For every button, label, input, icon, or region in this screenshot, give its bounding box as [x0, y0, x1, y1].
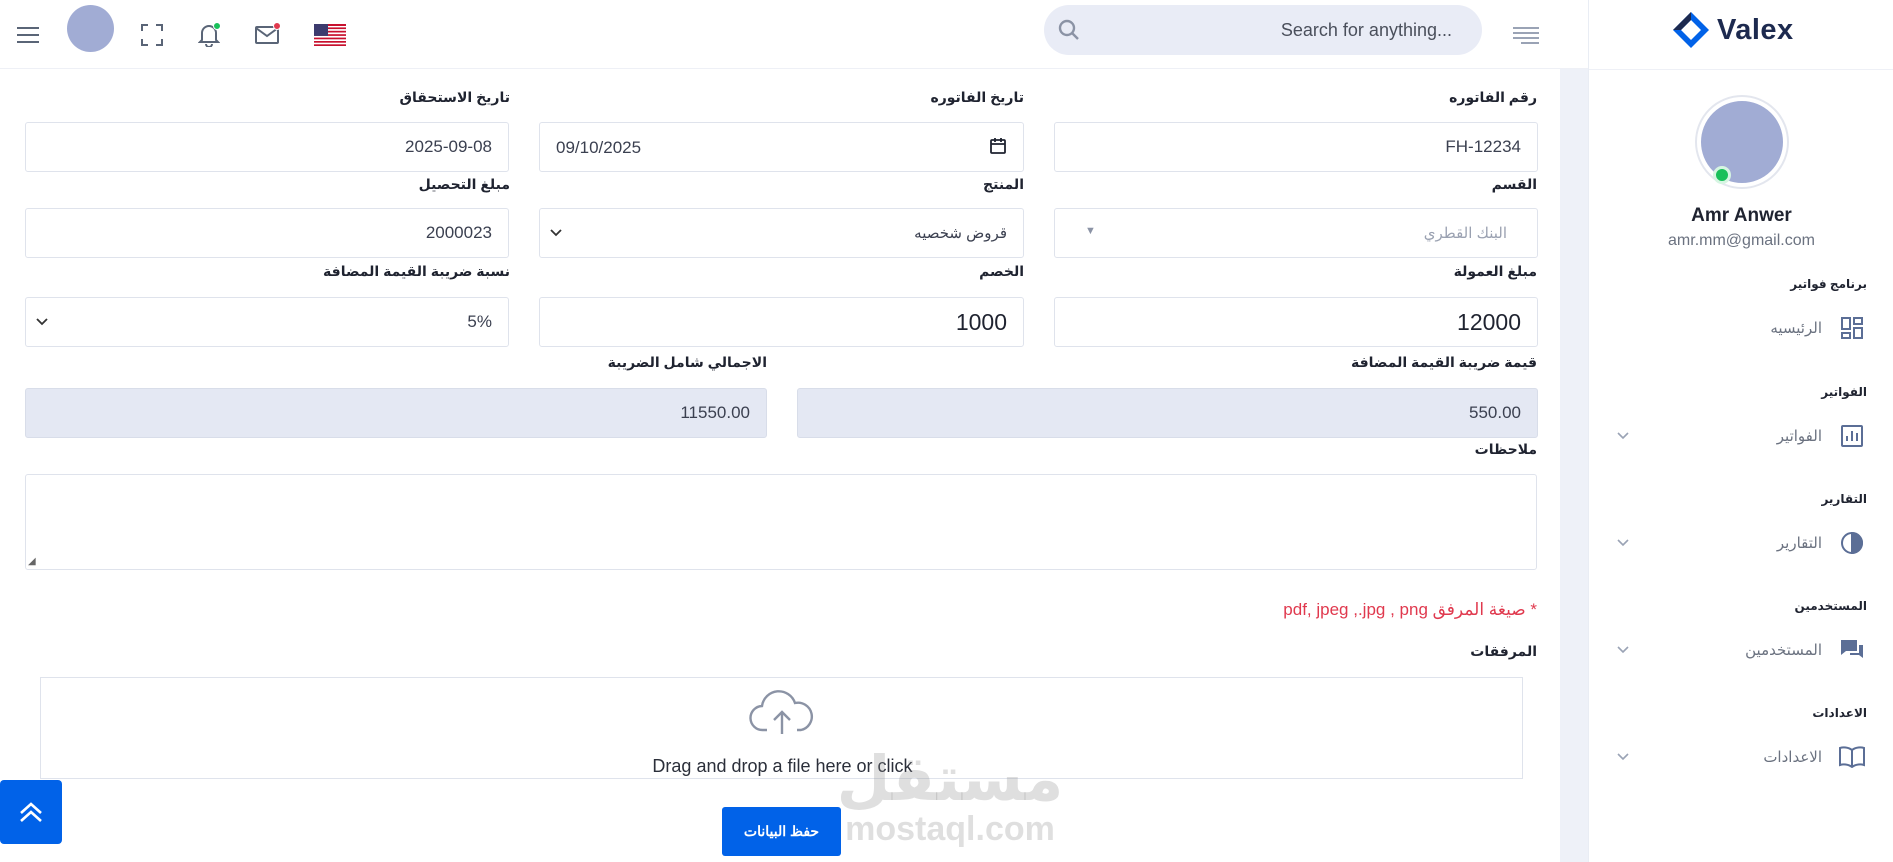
sidebar-item-settings[interactable]: الاعدادات	[1617, 737, 1867, 777]
sidebar-item-label: التقارير	[1776, 535, 1822, 552]
chevron-down-icon	[36, 314, 48, 329]
sidebar-category-invoices: الفواتير	[1821, 385, 1867, 399]
notification-dot	[213, 22, 221, 30]
collection-amount-value: 2000023	[425, 223, 492, 242]
commission-amount-input[interactable]: 12000	[1054, 297, 1538, 347]
due-date-input[interactable]: 2025-09-08	[25, 122, 509, 172]
chevron-down-icon	[550, 225, 562, 240]
sidebar-item-invoices[interactable]: الفواتير	[1617, 416, 1867, 456]
discount-value: 1000	[955, 308, 1007, 335]
sidebar-item-reports[interactable]: التقارير	[1617, 523, 1867, 563]
invoice-number-value: FH-12234	[1445, 137, 1521, 156]
notes-textarea[interactable]: ◢	[25, 474, 1537, 570]
vat-value-input[interactable]: 550.00	[797, 388, 1538, 438]
search-bar	[1044, 5, 1482, 55]
commission-amount-label: مبلغ العمولة	[1453, 263, 1537, 279]
sidebar-category-reports: التقارير	[1821, 492, 1867, 506]
invoice-date-label: تاريخ الفاتوره	[930, 89, 1024, 105]
section-placeholder: البنك القطري	[1423, 225, 1507, 242]
sidebar-category-settings: الاعدادات	[1812, 706, 1867, 720]
resize-handle-icon[interactable]: ◢	[28, 556, 36, 567]
online-status-icon	[1713, 166, 1731, 184]
attachments-label: المرفقات	[1470, 643, 1537, 659]
chevron-down-icon[interactable]	[1617, 643, 1629, 657]
profile-name: Amr Anwer	[1691, 205, 1792, 226]
bell-icon[interactable]	[190, 16, 228, 54]
watermark-latin: mostaql.com	[845, 810, 1055, 848]
invoice-date-input[interactable]: 09/10/2025	[539, 122, 1024, 172]
profile-avatar[interactable]	[1697, 97, 1787, 187]
notes-label: ملاحظات	[1474, 441, 1537, 457]
sidebar-divider	[1589, 69, 1893, 70]
sidebar-item-label: الفواتير	[1776, 428, 1822, 445]
vat-value-value: 550.00	[1469, 403, 1521, 422]
section-select[interactable]: البنك القطري ▼	[1054, 208, 1538, 258]
fullscreen-icon[interactable]	[133, 16, 171, 54]
profile-email: amr.mm@gmail.com	[1668, 232, 1815, 249]
chevron-down-icon[interactable]	[1617, 750, 1629, 764]
double-chevron-up-icon	[20, 802, 42, 822]
total-with-tax-input[interactable]: 11550.00	[25, 388, 767, 438]
collection-amount-input[interactable]: 2000023	[25, 208, 509, 258]
product-select[interactable]: قروض شخصيه	[539, 208, 1024, 258]
cloud-upload-icon	[749, 690, 815, 741]
vat-rate-select[interactable]: 5%	[25, 297, 509, 347]
total-with-tax-value: 11550.00	[680, 403, 750, 422]
mail-icon[interactable]	[248, 16, 286, 54]
vat-value-label: قيمة ضريبة القيمة المضافة	[1351, 354, 1537, 370]
message-dot	[273, 22, 281, 30]
avatar[interactable]	[67, 5, 114, 52]
chart-icon	[1837, 421, 1867, 451]
search-input[interactable]	[1094, 5, 1452, 55]
menu-icon[interactable]	[9, 16, 47, 54]
product-value: قروض شخصيه	[914, 225, 1007, 242]
vat-rate-label: نسبة ضريبة القيمة المضافة	[323, 263, 510, 279]
logo-text: Valex	[1717, 13, 1794, 46]
file-dropzone[interactable]: Drag and drop a file here or click	[40, 677, 1523, 779]
sidebar-item-users[interactable]: المستخدمين	[1617, 630, 1867, 670]
invoice-number-input[interactable]: FH-12234	[1054, 122, 1538, 172]
top-header	[0, 0, 1588, 69]
attachment-format-hint: * صيغة المرفق pdf, jpeg ,.jpg , png	[1283, 600, 1537, 619]
chevron-down-icon[interactable]	[1617, 429, 1629, 443]
search-icon[interactable]	[1058, 19, 1080, 46]
sidebar-item-label: الاعدادات	[1763, 749, 1822, 766]
book-icon	[1837, 742, 1867, 772]
right-sidebar: Valex Amr Anwer amr.mm@gmail.com برنامج …	[1588, 0, 1893, 862]
sidebar-item-label: المستخدمين	[1745, 642, 1822, 659]
product-label: المنتج	[983, 176, 1024, 192]
sidebar-item-label: الرئيسيه	[1770, 320, 1822, 337]
due-date-value: 2025-09-08	[405, 137, 492, 156]
valex-logo-icon	[1673, 12, 1709, 48]
discount-input[interactable]: 1000	[539, 297, 1024, 347]
us-flag-icon[interactable]	[311, 16, 349, 54]
dropzone-text: Drag and drop a file here or click	[652, 756, 913, 776]
pie-icon	[1837, 528, 1867, 558]
dashboard-icon	[1837, 313, 1867, 343]
due-date-label: تاريخ الاستحقاق	[399, 89, 510, 105]
commission-amount-value: 12000	[1457, 308, 1521, 335]
invoice-date-value: 09/10/2025	[556, 138, 642, 157]
calendar-icon[interactable]	[989, 137, 1007, 160]
invoice-form: رقم الفاتوره FH-12234 تاريخ الفاتوره 09/…	[0, 69, 1560, 862]
vat-rate-value: 5%	[467, 312, 492, 331]
chevron-down-icon[interactable]	[1617, 536, 1629, 550]
sidebar-category-users: المستخدمين	[1794, 599, 1867, 613]
lines-icon[interactable]	[1507, 16, 1545, 54]
total-with-tax-label: الاجمالي شامل الضريبة	[607, 354, 767, 370]
invoice-number-label: رقم الفاتوره	[1449, 89, 1537, 105]
sidebar-item-home[interactable]: الرئيسيه	[1617, 308, 1867, 348]
caret-down-icon: ▼	[1085, 225, 1096, 237]
scroll-to-top-button[interactable]	[0, 780, 62, 844]
discount-label: الخصم	[979, 263, 1024, 279]
collection-amount-label: مبلغ التحصيل	[418, 176, 510, 192]
logo[interactable]: Valex	[1671, 8, 1794, 52]
save-button[interactable]: حفظ البيانات	[722, 807, 841, 856]
section-label: القسم	[1491, 176, 1537, 192]
chat-icon	[1837, 635, 1867, 665]
sidebar-category-invoice-program: برنامج فواتير	[1790, 277, 1867, 291]
scrollbar-track[interactable]	[1560, 69, 1588, 862]
